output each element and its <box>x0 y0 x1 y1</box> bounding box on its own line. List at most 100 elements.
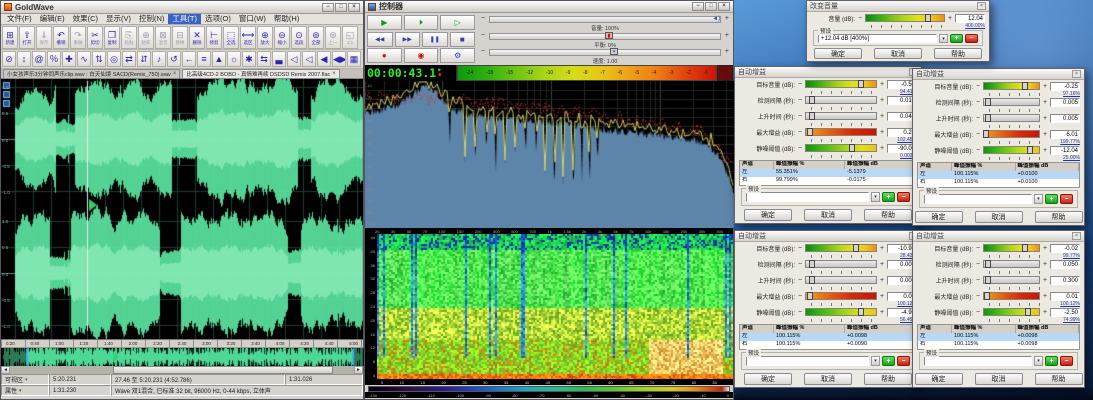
volume-slider-track[interactable] <box>865 14 945 22</box>
preset-delete-button[interactable]: − <box>897 356 910 366</box>
paste-new-icon[interactable]: ⊕ 粘新 <box>138 26 154 49</box>
menu-item[interactable]: 控制(N) <box>135 14 168 24</box>
slider-value-field[interactable]: -12.04 <box>1050 146 1080 155</box>
preset-combobox[interactable] <box>746 192 869 202</box>
slider-thumb[interactable] <box>858 80 864 88</box>
balance-icon[interactable]: ◀▶ <box>332 51 346 67</box>
play-selection-button[interactable]: ⏵ <box>404 15 439 30</box>
slider-minus[interactable]: − <box>797 245 803 252</box>
fast-forward-button[interactable]: ▶▶ <box>395 32 421 47</box>
slider-value-field[interactable]: 0.300 <box>1050 276 1080 285</box>
help-button[interactable]: 帮助 <box>864 373 912 385</box>
slider-minus[interactable]: − <box>975 131 981 138</box>
menu-item[interactable]: 显示(V) <box>102 14 135 24</box>
slider-plus[interactable]: + <box>947 15 953 22</box>
dynamics-icon[interactable]: @ <box>32 51 46 67</box>
dropdown-arrow-icon[interactable]: ▾ <box>25 377 28 383</box>
slider-thumb[interactable] <box>925 14 931 22</box>
combo-dropdown-icon[interactable]: ▾ <box>1034 356 1043 366</box>
slider-track[interactable] <box>805 292 877 300</box>
slider-plus[interactable]: + <box>1042 147 1048 154</box>
help-button[interactable]: 帮助 <box>1035 373 1083 385</box>
slider-plus[interactable]: + <box>1042 293 1048 300</box>
copy-icon[interactable]: ❐ 复制 <box>104 26 120 49</box>
volume-slider[interactable]: − ◄) + 音量: 100% <box>481 15 729 30</box>
cancel-button[interactable]: 取消 <box>804 373 852 385</box>
slider-thumb[interactable] <box>809 276 815 284</box>
slider-track[interactable] <box>983 130 1040 138</box>
percent-link[interactable]: 74.99% <box>1050 317 1080 323</box>
volume-shape-icon[interactable]: ▃ <box>272 51 286 67</box>
slider-thumb[interactable] <box>853 244 859 252</box>
playback-icon[interactable]: ◁ <box>287 51 301 67</box>
slider-plus[interactable]: + <box>1042 83 1048 90</box>
preset-combobox[interactable] <box>746 356 869 366</box>
close-icon[interactable]: × <box>1072 70 1081 78</box>
silence-icon[interactable]: ⊘ <box>2 51 16 67</box>
combo-dropdown-icon[interactable]: ▾ <box>1034 194 1043 204</box>
slider-plus[interactable]: + <box>879 113 885 120</box>
preset-add-button[interactable]: + <box>882 192 895 202</box>
slider-track[interactable] <box>983 308 1040 316</box>
horizontal-scrollbar[interactable]: ◄ ► <box>1 366 363 374</box>
combo-dropdown-icon[interactable]: ▾ <box>871 356 880 366</box>
slider-thumb[interactable] <box>985 276 991 284</box>
slider-plus[interactable]: + <box>879 81 885 88</box>
close-icon[interactable]: × <box>348 3 360 12</box>
slider-track[interactable] <box>805 96 877 104</box>
flanger-icon[interactable]: ✚ <box>62 51 76 67</box>
record-button[interactable]: ● <box>367 48 402 63</box>
delete-icon[interactable]: ✕ 删除 <box>189 26 205 49</box>
slider-track[interactable] <box>983 276 1040 284</box>
slider-plus[interactable]: + <box>879 277 885 284</box>
matrix-icon[interactable]: ▦ <box>347 51 361 67</box>
slider-thumb[interactable] <box>809 96 815 104</box>
preset-delete-button[interactable]: − <box>1060 356 1073 366</box>
time-ruler[interactable]: 0:200:401:001:201:402:002:202:403:003:20… <box>1 339 363 348</box>
slider-plus[interactable]: + <box>1042 309 1048 316</box>
trim-icon[interactable]: ⊢ 修剪 <box>206 26 222 49</box>
settings-gear-button[interactable]: ⚙ <box>440 48 475 63</box>
slider-minus[interactable]: − <box>975 261 981 268</box>
overview-strip[interactable] <box>1 348 363 366</box>
slider-track[interactable] <box>983 82 1040 90</box>
ok-button[interactable]: 确定 <box>814 48 862 59</box>
slider-plus[interactable]: + <box>879 145 885 152</box>
main-titlebar[interactable]: GoldWave − □ × <box>1 1 363 14</box>
pause-button[interactable]: ❚❚ <box>422 32 448 47</box>
waveform-canvas[interactable] <box>1 79 363 339</box>
stretch-icon[interactable]: ⇵ <box>137 51 151 67</box>
slider-value-field[interactable]: 6.01 <box>1050 130 1080 139</box>
slider-track[interactable] <box>805 244 877 252</box>
slider-thumb[interactable] <box>809 112 815 120</box>
mix-icon[interactable]: ⊠ 混音 <box>155 26 171 49</box>
slider-minus[interactable]: − <box>975 115 981 122</box>
dropdown-arrow-icon[interactable]: ▾ <box>19 388 22 394</box>
sparkle-icon[interactable]: ✱ <box>242 51 256 67</box>
preset-add-button[interactable]: + <box>1045 356 1058 366</box>
help-button[interactable]: 帮助 <box>934 48 982 59</box>
rewind-button[interactable]: ◀◀ <box>367 32 393 47</box>
slider-plus[interactable]: + <box>1042 99 1048 106</box>
noise-reduction-icon[interactable]: ▲ <box>212 51 226 67</box>
slider-value-field[interactable]: 0.005 <box>1050 114 1080 123</box>
slider-thumb[interactable] <box>985 260 991 268</box>
cancel-button[interactable]: 取消 <box>975 211 1023 223</box>
slider-minus[interactable]: − <box>975 147 981 154</box>
percent-link[interactable]: 25.00% <box>1050 155 1080 161</box>
slider-minus[interactable]: − <box>797 113 803 120</box>
table-row[interactable]: 右 100.115% +0.0090 <box>740 341 916 349</box>
slider-plus[interactable]: + <box>879 129 885 136</box>
scrollbar-track[interactable] <box>10 366 354 374</box>
waveform-area[interactable]: 1.00.50.0-0.5-1.0 1.00.50.0-0.5-1.0 <box>1 79 363 339</box>
record-loop-button[interactable]: ◉ <box>404 48 439 63</box>
pitch-icon[interactable]: ♪ <box>152 51 166 67</box>
back-icon[interactable]: ← <box>182 51 196 67</box>
help-button[interactable]: 帮助 <box>1035 211 1083 223</box>
speed-slider[interactable]: − ✕ + 速度: 1.00 <box>481 48 729 63</box>
slider-minus[interactable]: − <box>797 145 803 152</box>
menu-item[interactable]: 文件(F) <box>3 14 36 24</box>
offset-icon[interactable]: ◎ <box>107 51 121 67</box>
slider-minus[interactable]: − <box>797 129 803 136</box>
slider-minus[interactable]: − <box>975 293 981 300</box>
